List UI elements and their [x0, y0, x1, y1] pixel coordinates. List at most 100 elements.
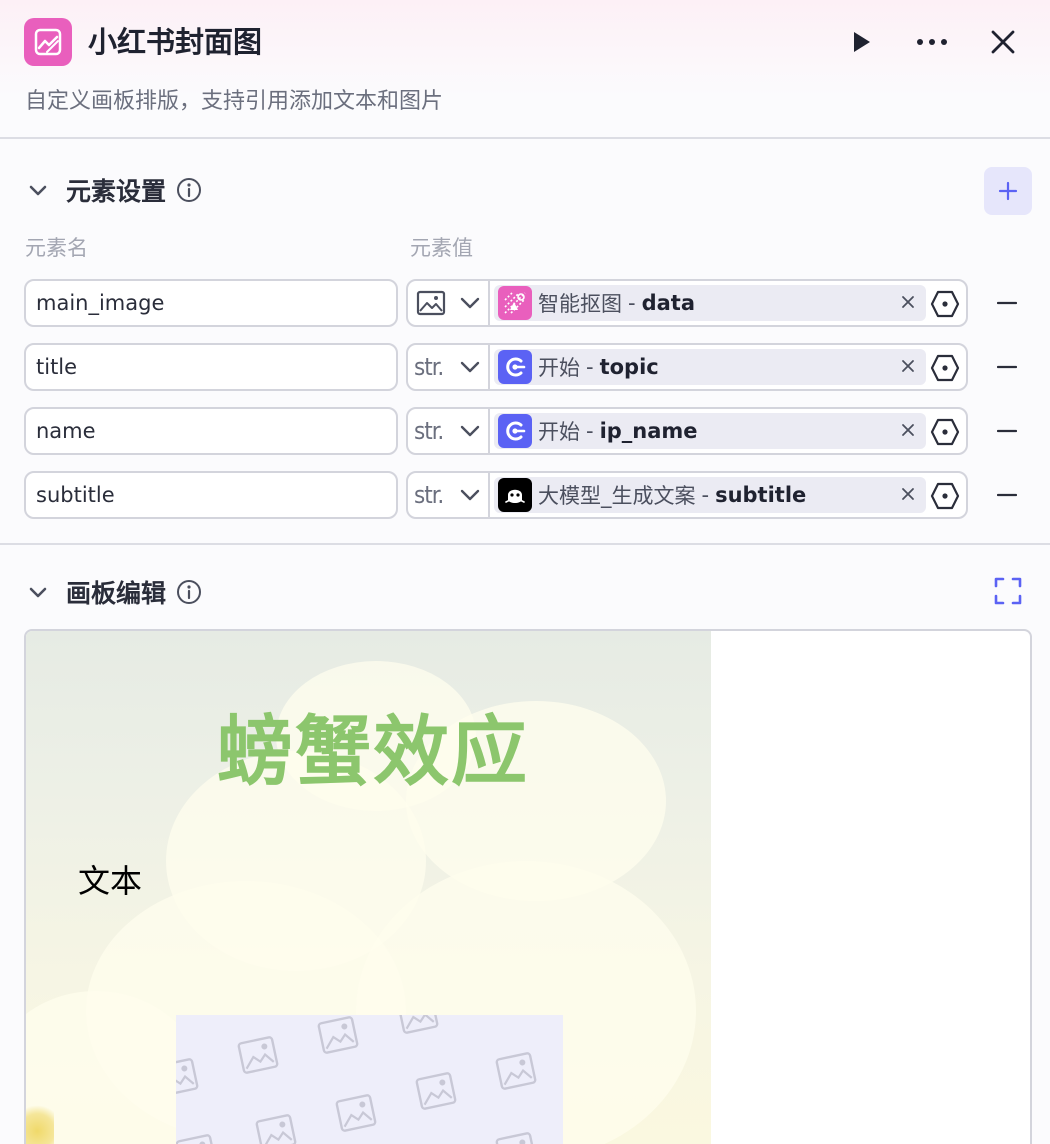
element-settings-header[interactable]: 元素设置: [24, 170, 202, 210]
llm-node-icon: [498, 478, 532, 512]
reference-source: 智能抠图: [538, 292, 622, 316]
chevron-down-icon: [460, 489, 480, 501]
image-placeholder-icon: [317, 1016, 359, 1054]
image-placeholder-icon: [335, 1094, 377, 1132]
element-name-input[interactable]: [24, 343, 398, 391]
canvas-editor[interactable]: 螃蟹效应 文本: [24, 629, 1032, 1144]
reference-source: 开始: [538, 420, 580, 444]
type-select[interactable]: [408, 281, 490, 325]
canvas-editor-header[interactable]: 画板编辑: [24, 572, 202, 612]
variable-icon[interactable]: [930, 481, 960, 511]
section-title: 元素设置: [66, 177, 167, 206]
info-icon[interactable]: [176, 177, 202, 203]
type-label: str.: [414, 417, 444, 445]
element-row: 智能抠图 - data: [0, 279, 1050, 327]
info-icon[interactable]: [176, 579, 202, 605]
reference-field: topic: [599, 355, 659, 379]
image-placeholder-icon: [176, 1134, 217, 1144]
clear-reference-icon[interactable]: [898, 484, 918, 504]
minus-icon: [997, 301, 1017, 305]
element-row: str. 大模型_生成文案 - subtitle: [0, 471, 1050, 519]
reference-chip[interactable]: 开始 - topic: [494, 349, 926, 385]
matting-icon: [498, 286, 532, 320]
play-icon: [854, 32, 870, 52]
variable-icon[interactable]: [930, 289, 960, 319]
type-select[interactable]: str.: [408, 473, 490, 517]
reference-field: subtitle: [715, 483, 807, 507]
reference-source: 大模型_生成文案: [538, 484, 696, 508]
remove-element-button[interactable]: [992, 353, 1022, 381]
element-name-input[interactable]: [24, 407, 398, 455]
image-placeholder-icon: [415, 1072, 457, 1110]
node-config-panel: 小红书封面图 自定义画板排版，支持引用添加文本和图片 元素设置 元素名 元素值 …: [0, 0, 1050, 1144]
image-placeholder-icon: [237, 1036, 279, 1074]
chevron-down-icon[interactable]: [24, 176, 52, 204]
start-node-icon: [498, 414, 532, 448]
minus-icon: [997, 493, 1017, 497]
canvas-text-element[interactable]: 文本: [78, 861, 142, 901]
image-placeholder-icon: [176, 1058, 199, 1096]
reference-field: data: [641, 291, 695, 315]
reference-separator: -: [586, 419, 594, 443]
image-placeholder-icon: [397, 1015, 439, 1034]
image-placeholder-icon: [495, 1052, 537, 1090]
element-name-input[interactable]: [24, 471, 398, 519]
minus-icon: [997, 365, 1017, 369]
more-button[interactable]: [912, 22, 952, 62]
plus-icon: [998, 181, 1018, 201]
reference-separator: -: [628, 291, 636, 315]
panel-header: 小红书封面图 自定义画板排版，支持引用添加文本和图片: [0, 0, 1050, 139]
column-header-value: 元素值: [410, 236, 473, 260]
section-divider: [0, 543, 1050, 545]
element-name-input[interactable]: [24, 279, 398, 327]
canvas-board[interactable]: 螃蟹效应 文本: [26, 631, 711, 1144]
element-row: str. 开始 - ip_name: [0, 407, 1050, 455]
variable-icon[interactable]: [930, 353, 960, 383]
element-value-field: str. 开始 - ip_name: [406, 407, 968, 455]
type-select[interactable]: str.: [408, 345, 490, 389]
type-label: str.: [414, 481, 444, 509]
clear-reference-icon[interactable]: [898, 356, 918, 376]
reference-separator: -: [586, 355, 594, 379]
type-select[interactable]: str.: [408, 409, 490, 453]
node-description: 自定义画板排版，支持引用添加文本和图片: [25, 89, 444, 114]
image-placeholder-icon: [255, 1114, 297, 1144]
reference-chip[interactable]: 开始 - ip_name: [494, 413, 926, 449]
run-button[interactable]: [840, 22, 880, 62]
clear-reference-icon[interactable]: [898, 292, 918, 312]
close-icon: [991, 30, 1015, 54]
element-row: str. 开始 - topic: [0, 343, 1050, 391]
more-dots-icon: [917, 39, 947, 45]
chevron-down-icon: [460, 425, 480, 437]
image-type-icon: [416, 290, 446, 316]
reference-separator: -: [701, 483, 710, 507]
column-header-name: 元素名: [25, 236, 88, 260]
reference-chip[interactable]: 大模型_生成文案 - subtitle: [494, 477, 926, 513]
clear-reference-icon[interactable]: [898, 420, 918, 440]
type-label: str.: [414, 353, 444, 381]
remove-element-button[interactable]: [992, 481, 1022, 509]
chevron-down-icon: [460, 297, 480, 309]
remove-element-button[interactable]: [992, 289, 1022, 317]
reference-source: 开始: [538, 356, 580, 380]
image-placeholder[interactable]: [176, 1015, 563, 1144]
section-title: 画板编辑: [66, 579, 167, 608]
chevron-down-icon[interactable]: [24, 578, 52, 606]
remove-element-button[interactable]: [992, 417, 1022, 445]
element-value-field: str. 开始 - topic: [406, 343, 968, 391]
image-placeholder-icon: [495, 1132, 537, 1144]
canvas-title-text[interactable]: 螃蟹效应: [217, 707, 529, 797]
variable-icon[interactable]: [930, 417, 960, 447]
close-button[interactable]: [983, 22, 1023, 62]
fullscreen-icon[interactable]: [992, 575, 1024, 607]
decorative-flower: [26, 1101, 54, 1144]
start-node-icon: [498, 350, 532, 384]
image-edit-icon: [24, 18, 72, 66]
reference-chip[interactable]: 智能抠图 - data: [494, 285, 926, 321]
minus-icon: [997, 429, 1017, 433]
element-value-field: str. 大模型_生成文案 - subtitle: [406, 471, 968, 519]
node-title: 小红书封面图: [88, 25, 263, 59]
reference-field: ip_name: [599, 419, 698, 443]
element-value-field: 智能抠图 - data: [406, 279, 968, 327]
add-element-button[interactable]: [984, 167, 1032, 215]
